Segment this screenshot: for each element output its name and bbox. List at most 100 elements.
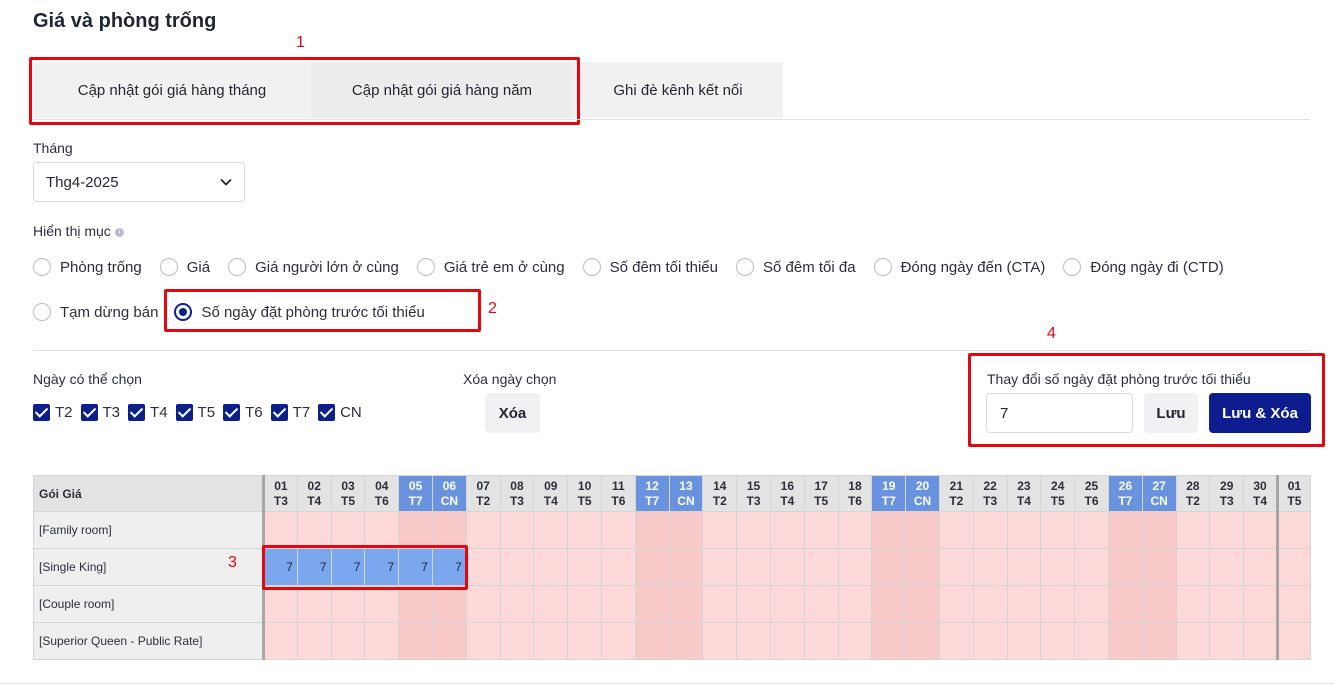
grid-cell[interactable] — [330, 622, 366, 660]
grid-day-header[interactable]: 17 T5 — [803, 475, 839, 512]
grid-day-header[interactable]: 25 T6 — [1074, 475, 1109, 512]
grid-day-header[interactable]: 24 T5 — [1040, 475, 1076, 512]
grid-cell[interactable] — [803, 622, 839, 660]
grid-cell[interactable] — [1275, 511, 1311, 549]
radio-ctd[interactable]: Đóng ngày đi (CTD) — [1063, 258, 1224, 276]
grid-day-header[interactable]: 20 CN — [905, 475, 940, 512]
grid-cell[interactable] — [533, 548, 569, 586]
grid-cell[interactable] — [465, 585, 501, 623]
grid-cell[interactable] — [1006, 511, 1042, 549]
grid-cell[interactable] — [972, 548, 1008, 586]
grid-cell[interactable] — [533, 511, 569, 549]
grid-cell[interactable] — [1006, 585, 1042, 623]
radio-min-nights[interactable]: Số đêm tối thiểu — [582, 258, 718, 276]
grid-day-header[interactable]: 06 CN — [431, 475, 467, 512]
grid-cell[interactable] — [1275, 622, 1311, 660]
grid-cell[interactable] — [1040, 511, 1076, 549]
grid-cell[interactable] — [1243, 622, 1278, 660]
grid-cell[interactable] — [668, 622, 704, 660]
grid-cell[interactable] — [262, 585, 298, 623]
grid-cell[interactable] — [837, 548, 873, 586]
grid-cell[interactable] — [905, 585, 940, 623]
grid-cell[interactable] — [905, 511, 940, 549]
radio-max-nights[interactable]: Số đêm tối đa — [736, 258, 856, 276]
grid-cell[interactable] — [567, 548, 602, 586]
grid-cell[interactable] — [1107, 511, 1143, 549]
grid-cell[interactable] — [871, 511, 907, 549]
grid-day-header[interactable]: 08 T3 — [499, 475, 535, 512]
grid-day-header[interactable]: 11 T6 — [600, 475, 636, 512]
grid-cell[interactable] — [398, 622, 433, 660]
radio-price[interactable]: Giá — [159, 258, 210, 276]
grid-cell[interactable] — [1209, 622, 1245, 660]
grid-cell[interactable] — [398, 511, 433, 549]
grid-cell[interactable] — [1209, 548, 1245, 586]
day-checkbox-cn[interactable]: CN — [318, 404, 362, 421]
grid-day-header[interactable]: 01 T5 — [1275, 475, 1311, 512]
grid-cell[interactable] — [465, 511, 501, 549]
grid-cell[interactable] — [938, 622, 974, 660]
grid-cell[interactable] — [1209, 511, 1245, 549]
grid-cell[interactable] — [431, 511, 467, 549]
grid-cell[interactable] — [871, 548, 907, 586]
grid-day-header[interactable]: 29 T3 — [1209, 475, 1245, 512]
grid-cell[interactable] — [1275, 548, 1311, 586]
grid-cell[interactable] — [1175, 511, 1211, 549]
grid-day-header[interactable]: 12 T7 — [634, 475, 670, 512]
grid-day-header[interactable]: 05 T7 — [398, 475, 433, 512]
grid-day-header[interactable]: 09 T4 — [533, 475, 569, 512]
grid-cell[interactable] — [499, 548, 535, 586]
grid-day-header[interactable]: 18 T6 — [837, 475, 873, 512]
grid-cell[interactable] — [1074, 585, 1109, 623]
grid-day-header[interactable]: 04 T6 — [364, 475, 400, 512]
grid-cell[interactable] — [1141, 622, 1177, 660]
grid-day-header[interactable]: 28 T2 — [1175, 475, 1211, 512]
grid-cell[interactable] — [296, 511, 332, 549]
grid-cell[interactable] — [634, 585, 670, 623]
grid-cell[interactable] — [736, 622, 771, 660]
grid-cell[interactable] — [702, 548, 738, 586]
grid-cell[interactable] — [769, 511, 805, 549]
grid-cell[interactable] — [1141, 511, 1177, 549]
grid-day-header[interactable]: 16 T4 — [769, 475, 805, 512]
grid-cell[interactable] — [465, 622, 501, 660]
grid-cell[interactable] — [837, 622, 873, 660]
grid-cell[interactable] — [499, 511, 535, 549]
grid-cell[interactable] — [634, 622, 670, 660]
grid-cell[interactable] — [431, 585, 467, 623]
grid-cell[interactable] — [1107, 548, 1143, 586]
grid-cell[interactable] — [972, 511, 1008, 549]
grid-cell[interactable] — [1040, 585, 1076, 623]
grid-cell[interactable] — [431, 622, 467, 660]
grid-cell[interactable] — [1209, 585, 1245, 623]
radio-availability[interactable]: Phòng trống — [33, 258, 142, 276]
grid-cell[interactable] — [769, 622, 805, 660]
grid-cell[interactable] — [803, 585, 839, 623]
grid-cell[interactable] — [600, 622, 636, 660]
grid-cell[interactable] — [567, 511, 602, 549]
grid-cell[interactable] — [398, 585, 433, 623]
grid-day-header[interactable]: 02 T4 — [296, 475, 332, 512]
grid-cell[interactable] — [364, 511, 400, 549]
radio-stop-sell[interactable]: Tạm dừng bán — [33, 303, 158, 321]
grid-cell[interactable] — [871, 622, 907, 660]
grid-cell[interactable] — [736, 511, 771, 549]
grid-cell[interactable] — [600, 585, 636, 623]
grid-day-header[interactable]: 13 CN — [668, 475, 704, 512]
grid-day-header[interactable]: 10 T5 — [567, 475, 602, 512]
grid-day-header[interactable]: 22 T3 — [972, 475, 1008, 512]
grid-cell[interactable] — [1275, 585, 1311, 623]
grid-cell[interactable] — [499, 622, 535, 660]
grid-cell[interactable] — [533, 622, 569, 660]
grid-cell[interactable] — [1074, 622, 1109, 660]
grid-cell[interactable] — [1107, 622, 1143, 660]
grid-cell[interactable] — [1243, 585, 1278, 623]
grid-day-header[interactable]: 26 T7 — [1107, 475, 1143, 512]
day-checkbox-t4[interactable]: T4 — [128, 404, 168, 421]
grid-cell[interactable] — [972, 622, 1008, 660]
grid-day-header[interactable]: 23 T4 — [1006, 475, 1042, 512]
grid-cell[interactable] — [1141, 548, 1177, 586]
grid-cell[interactable] — [905, 622, 940, 660]
grid-cell[interactable] — [668, 511, 704, 549]
grid-cell[interactable] — [1175, 548, 1211, 586]
